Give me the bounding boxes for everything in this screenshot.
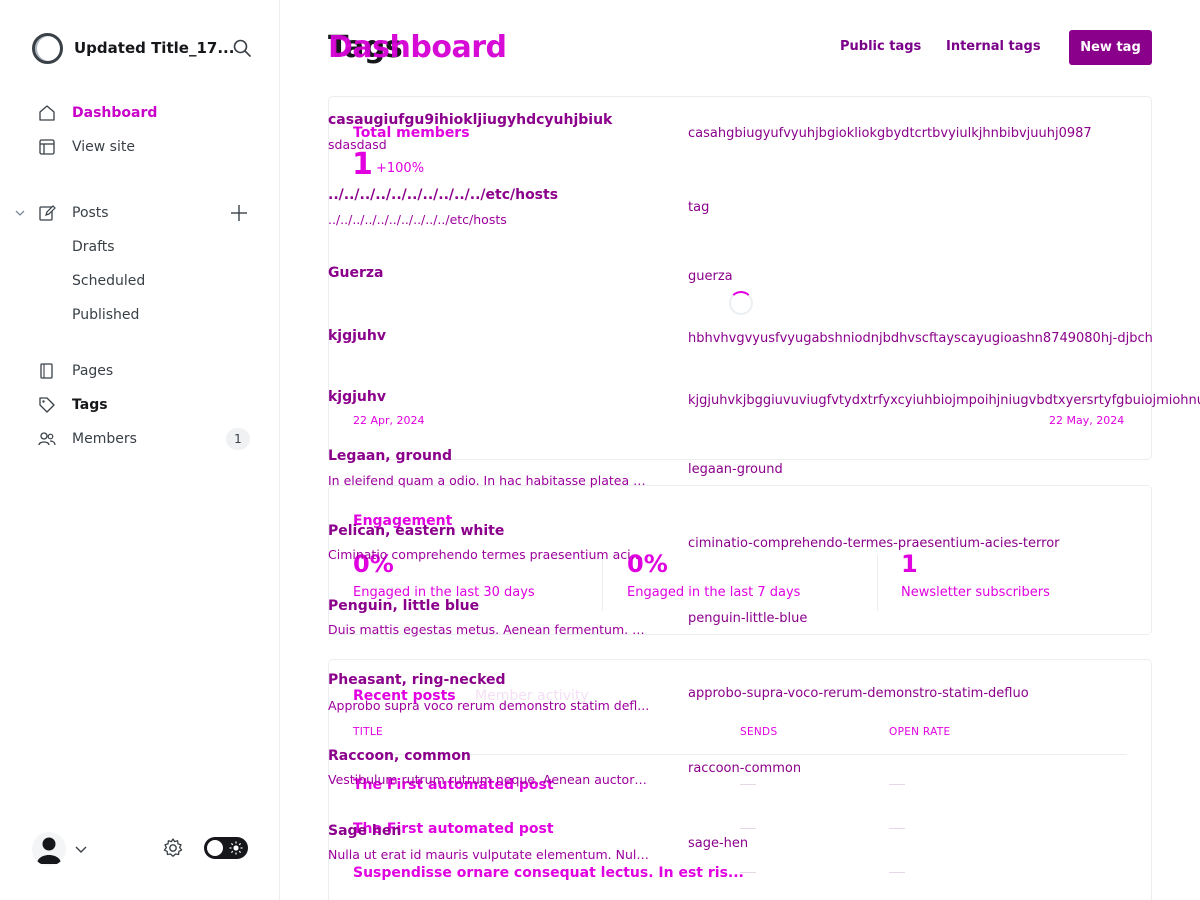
internal-tags-tab[interactable]: Internal tags xyxy=(946,39,1041,54)
sidebar-item-published[interactable]: Published xyxy=(72,305,139,325)
site-brand[interactable]: Updated Title_17... xyxy=(32,32,252,64)
stat-divider xyxy=(602,555,603,611)
sidebar-item-label: Members xyxy=(72,431,137,447)
site-logo xyxy=(32,32,63,64)
sidebar-item-pages[interactable]: Pages xyxy=(38,359,113,383)
open-rate-placeholder xyxy=(889,784,905,785)
total-members-value: 1 xyxy=(352,147,373,182)
sends-placeholder xyxy=(740,784,756,785)
tag-name[interactable]: Guerza xyxy=(328,265,383,281)
chevron-down-icon[interactable] xyxy=(74,842,88,856)
tag-description: Approbo supra voco rerum demonstro stati… xyxy=(328,698,650,713)
main-content: Tags Dashboard Public tags Internal tags… xyxy=(280,0,1200,900)
sidebar-item-label: Tags xyxy=(72,397,108,413)
open-rate-placeholder xyxy=(889,872,905,873)
tag-name[interactable]: Pheasant, ring-necked xyxy=(328,672,506,688)
open-rate-placeholder xyxy=(889,828,905,829)
sidebar-item-label: View site xyxy=(72,139,135,155)
engagement-7d-label: Engaged in the last 7 days xyxy=(627,585,801,600)
tag-slug: approbo-supra-voco-rerum-demonstro-stati… xyxy=(688,686,1029,701)
tag-description: Vestibulum rutrum rutrum neque. Aenean a… xyxy=(328,772,650,787)
site-title: Updated Title_17... xyxy=(74,39,235,57)
tag-icon xyxy=(39,397,55,413)
tag-name[interactable]: Raccoon, common xyxy=(328,748,471,764)
loading-spinner xyxy=(729,291,753,315)
col-sends-header: SENDS xyxy=(740,726,778,738)
tag-slug: casahgbiugyufvyuhjbgiokliokgbydtcrtbvyiu… xyxy=(688,126,1092,141)
avatar[interactable] xyxy=(32,832,66,866)
members-icon xyxy=(38,432,56,446)
layout-icon xyxy=(39,139,55,155)
sidebar-item-posts[interactable]: Posts xyxy=(38,201,109,225)
tag-description: Duis mattis egestas metus. Aenean fermen… xyxy=(328,622,650,637)
tag-slug: raccoon-common xyxy=(688,761,802,776)
tag-slug: hbhvhvgvyusfvyugabshniodnjbdhvscftayscay… xyxy=(688,331,1153,346)
sidebar: Updated Title_17... Dashboard View site … xyxy=(0,0,280,900)
tag-slug: kjgjuhvkjbggiuvuviugfvtydxtrfyxcyiuhbioj… xyxy=(688,393,1200,408)
ghost-page-title: Dashboard xyxy=(328,30,507,65)
sidebar-item-dashboard[interactable]: Dashboard xyxy=(38,101,157,125)
public-tags-tab[interactable]: Public tags xyxy=(840,39,921,54)
col-title-header: TITLE xyxy=(353,726,383,738)
toggle-knob xyxy=(207,840,223,856)
chart-date-start: 22 Apr, 2024 xyxy=(353,414,425,427)
tag-name[interactable]: Legaan, ground xyxy=(328,448,452,464)
total-members-change: +100% xyxy=(376,161,425,176)
search-icon[interactable] xyxy=(232,38,252,58)
pages-icon xyxy=(40,363,53,379)
user-icon xyxy=(37,837,61,864)
sidebar-item-scheduled[interactable]: Scheduled xyxy=(72,271,145,291)
tag-description: Nulla ut erat id mauris vulputate elemen… xyxy=(328,847,650,862)
sidebar-item-label: Dashboard xyxy=(72,105,158,121)
tag-description: sdasdasd xyxy=(328,137,387,152)
sidebar-item-members[interactable]: Members xyxy=(38,427,137,451)
edit-icon xyxy=(39,205,56,221)
sends-placeholder xyxy=(740,872,756,873)
sidebar-item-tags[interactable]: Tags xyxy=(38,393,108,417)
tag-description: ../../../../../../../../../../etc/hosts xyxy=(328,212,507,227)
stat-divider xyxy=(877,555,878,611)
sidebar-item-label: Posts xyxy=(72,205,109,221)
tag-name[interactable]: Penguin, little blue xyxy=(328,598,479,614)
tag-name[interactable]: kjgjuhv xyxy=(328,328,386,344)
sidebar-item-view-site[interactable]: View site xyxy=(38,135,135,159)
chevron-down-icon[interactable] xyxy=(14,207,26,219)
chart-date-end: 22 May, 2024 xyxy=(1049,414,1125,427)
tag-name[interactable]: Pelican, eastern white xyxy=(328,523,504,539)
tag-slug: tag xyxy=(688,200,710,215)
tag-slug: penguin-little-blue xyxy=(688,611,808,626)
tag-description: In eleifend quam a odio. In hac habitass… xyxy=(328,473,650,488)
tag-slug: legaan-ground xyxy=(688,462,783,477)
add-post-icon[interactable] xyxy=(229,203,249,223)
sends-placeholder xyxy=(740,828,756,829)
tag-slug: ciminatio-comprehendo-termes-praesentium… xyxy=(688,536,1060,551)
tag-name[interactable]: casaugiufgu9ihiokljiugyhdcyuhjbiuk xyxy=(328,112,612,128)
tag-name[interactable]: ../../../../../../../../../../etc/hosts xyxy=(328,187,558,203)
tag-slug: guerza xyxy=(688,269,733,284)
theme-toggle[interactable] xyxy=(204,837,248,859)
new-tag-button[interactable]: New tag xyxy=(1069,30,1152,65)
home-icon xyxy=(39,105,55,121)
recent-post-title[interactable]: Suspendisse ornare consequat lectus. In … xyxy=(353,865,744,881)
col-open-rate-header: OPEN RATE xyxy=(889,726,951,738)
tag-description: Ciminatio comprehendo termes praesentium… xyxy=(328,547,650,562)
tag-slug: sage-hen xyxy=(688,836,749,851)
gear-icon[interactable] xyxy=(162,837,184,859)
sun-icon xyxy=(229,841,243,855)
members-count-badge: 1 xyxy=(226,428,250,450)
newsletter-subscribers-label: Newsletter subscribers xyxy=(901,585,1050,600)
newsletter-subscribers-value: 1 xyxy=(901,550,918,578)
sidebar-item-drafts[interactable]: Drafts xyxy=(72,237,115,257)
sidebar-item-label: Pages xyxy=(72,363,114,379)
tag-name[interactable]: kjgjuhv xyxy=(328,389,386,405)
tag-name[interactable]: Sage hen xyxy=(328,823,401,839)
